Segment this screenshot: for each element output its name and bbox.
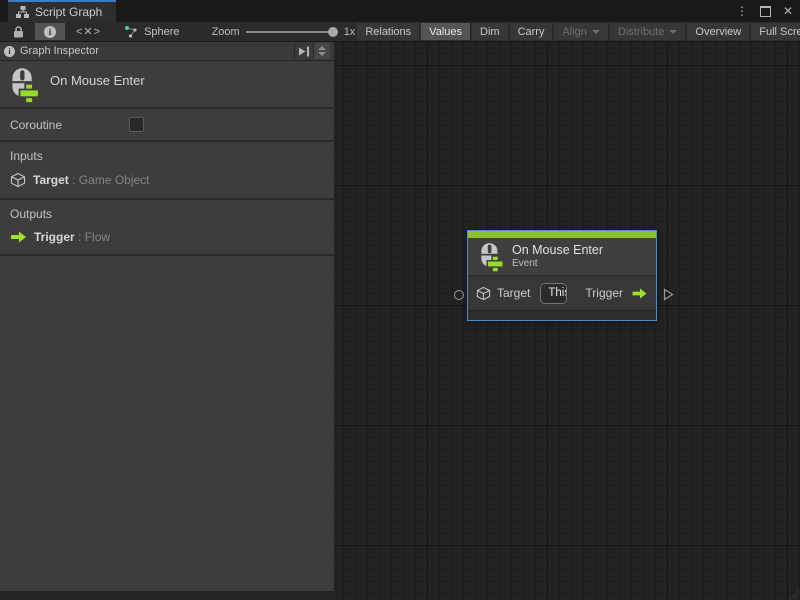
- inspector-toggle-button[interactable]: i: [35, 23, 65, 40]
- graph-inspector-panel: i Graph Inspector: [0, 42, 335, 591]
- node-input-port[interactable]: [454, 290, 464, 300]
- toolbar-right-group: Relations Values Dim Carry Align Distrib…: [355, 22, 800, 41]
- close-icon[interactable]: ✕: [780, 3, 796, 19]
- node-trigger-label: Trigger: [585, 286, 623, 300]
- mouse-event-icon: [478, 242, 504, 272]
- input-row-target: Target : Game Object: [10, 172, 324, 188]
- carry-button[interactable]: Carry: [510, 23, 553, 40]
- inspector-scrubber[interactable]: [313, 43, 330, 59]
- flow-arrow-icon: [631, 287, 648, 300]
- dock-panel-icon[interactable]: [294, 43, 313, 59]
- inputs-heading: Inputs: [10, 149, 324, 163]
- game-object-cube-icon: [10, 172, 26, 188]
- zoom-slider-track: [246, 31, 338, 33]
- chip-value-label: This: [541, 284, 567, 303]
- input-name: Target: [33, 173, 69, 187]
- lock-icon[interactable]: [4, 23, 33, 40]
- graph-name-label: Sphere: [144, 26, 179, 38]
- node-output-port[interactable]: [663, 288, 674, 301]
- info-icon: i: [4, 46, 15, 57]
- chevron-down-icon: [592, 30, 600, 34]
- graph-hierarchy-icon: [16, 6, 29, 18]
- values-button[interactable]: Values: [421, 23, 470, 40]
- output-name: Trigger: [34, 230, 75, 244]
- arrow-down-icon: [318, 52, 326, 56]
- relations-button[interactable]: Relations: [357, 23, 419, 40]
- dim-button[interactable]: Dim: [472, 23, 508, 40]
- resize-grip[interactable]: [789, 589, 799, 599]
- panel-bottom-strip: [0, 591, 335, 600]
- node-body: Target This Trigger: [468, 275, 656, 310]
- outputs-section: Outputs Trigger : Flow: [0, 200, 334, 256]
- on-mouse-enter-node[interactable]: On Mouse Enter Event Target This: [467, 230, 657, 321]
- tab-title: Script Graph: [35, 5, 102, 19]
- tab-bar: Script Graph ⋮ ✕: [0, 0, 800, 22]
- mouse-event-icon: [8, 67, 40, 103]
- graph-canvas[interactable]: On Mouse Enter Event Target This: [335, 42, 800, 600]
- zoom-label: Zoom: [212, 26, 240, 38]
- event-title: On Mouse Enter: [50, 73, 145, 88]
- output-type: : Flow: [78, 230, 110, 244]
- zoom-value: 1x: [344, 26, 356, 38]
- input-type: : Game Object: [72, 173, 149, 187]
- game-object-cube-icon: [476, 286, 491, 301]
- inspector-title: Graph Inspector: [20, 45, 294, 57]
- window-controls: ⋮ ✕: [734, 0, 796, 22]
- code-view-icon[interactable]: <✕>: [67, 23, 110, 40]
- output-row-trigger: Trigger : Flow: [10, 230, 324, 244]
- zoom-control: Zoom 1x: [186, 22, 356, 41]
- info-icon: i: [44, 26, 56, 38]
- graph-node-icon: [124, 25, 138, 39]
- outputs-heading: Outputs: [10, 207, 324, 221]
- distribute-dropdown[interactable]: Distribute: [610, 23, 685, 40]
- align-dropdown[interactable]: Align: [554, 23, 607, 40]
- window-menu-icon[interactable]: ⋮: [734, 3, 750, 19]
- script-graph-window: Script Graph ⋮ ✕ i <✕>: [0, 0, 800, 600]
- graph-toolbar: i <✕> Sphere Zoom 1x Re: [0, 22, 800, 42]
- flow-arrow-icon: [10, 230, 27, 244]
- fullscreen-button[interactable]: Full Screen: [751, 23, 800, 40]
- coroutine-checkbox[interactable]: [129, 117, 144, 132]
- node-target-label: Target: [497, 286, 530, 300]
- event-title-block: On Mouse Enter: [0, 61, 334, 109]
- maximize-icon[interactable]: [757, 3, 773, 19]
- graph-reference-button[interactable]: Sphere: [118, 22, 185, 41]
- coroutine-row: Coroutine: [0, 109, 334, 142]
- tab-script-graph[interactable]: Script Graph: [8, 0, 116, 22]
- coroutine-label: Coroutine: [10, 118, 129, 132]
- overview-button[interactable]: Overview: [687, 23, 749, 40]
- this-value-chip[interactable]: This: [540, 283, 567, 304]
- inputs-section: Inputs Target : Game Object: [0, 142, 334, 200]
- graph-inspector-header: i Graph Inspector: [0, 42, 334, 61]
- node-subtitle: Event: [512, 258, 603, 270]
- zoom-slider[interactable]: [246, 27, 338, 37]
- node-footer: [468, 310, 656, 320]
- chevron-down-icon: [669, 30, 677, 34]
- node-header[interactable]: On Mouse Enter Event: [468, 238, 656, 275]
- arrow-up-icon: [318, 46, 326, 50]
- node-title: On Mouse Enter: [512, 243, 603, 257]
- zoom-slider-handle[interactable]: [328, 27, 338, 37]
- node-color-bar: [468, 231, 656, 238]
